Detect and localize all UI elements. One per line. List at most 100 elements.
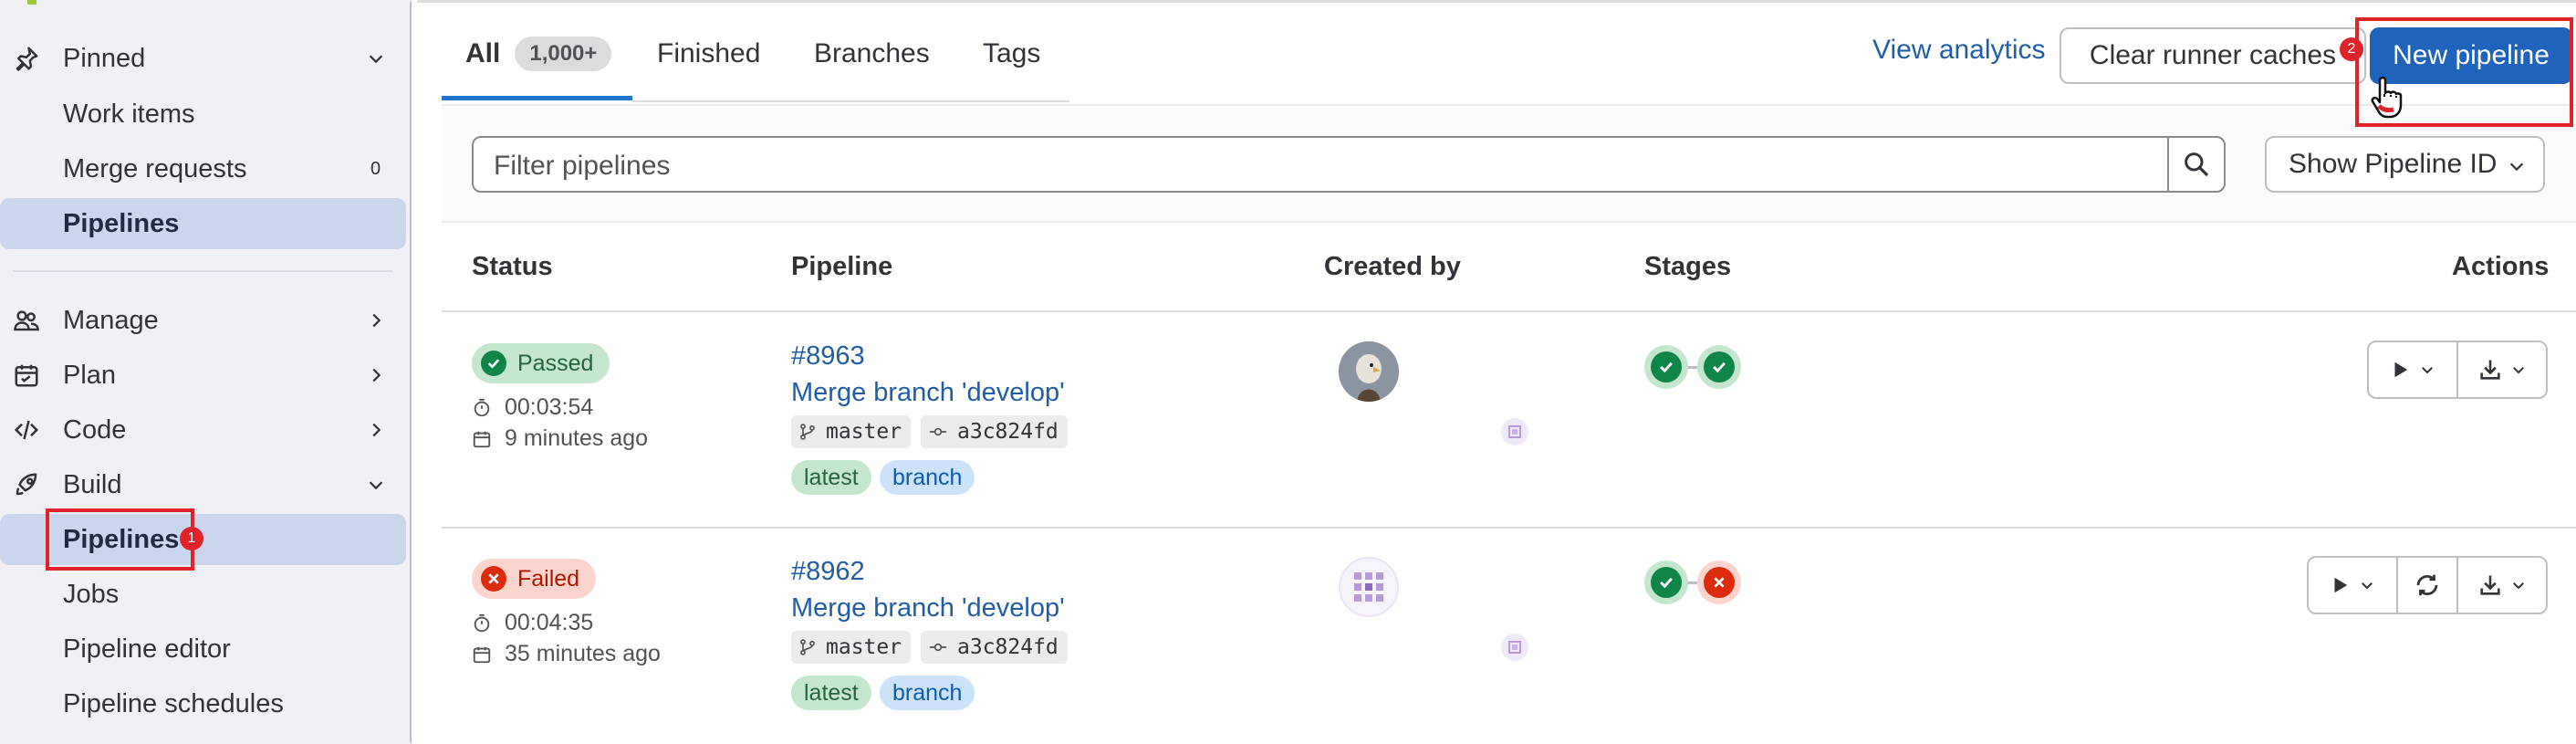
status-badge[interactable]: Passed	[472, 343, 610, 383]
sidebar-item-code[interactable]: Code	[0, 404, 406, 456]
stage-connector	[1688, 582, 1697, 584]
sidebar-item-label: Pinned	[63, 43, 146, 73]
run-manual-jobs-button[interactable]	[2309, 558, 2398, 613]
rocket-icon	[11, 469, 42, 500]
tab-tags[interactable]: Tags	[983, 20, 1040, 102]
branch-ref-chip[interactable]: master	[791, 415, 912, 448]
annotation-badge-2: 2	[2340, 37, 2363, 61]
commit-author-avatar[interactable]	[1501, 418, 1528, 445]
commit-icon	[929, 643, 947, 652]
tab-branches[interactable]: Branches	[814, 20, 930, 102]
status-success-icon	[1651, 567, 1682, 598]
creator-avatar[interactable]	[1339, 341, 1399, 402]
status-success-icon	[1704, 351, 1735, 382]
sidebar-divider	[13, 270, 392, 272]
commit-icon	[929, 427, 947, 436]
status-label: Passed	[517, 350, 594, 376]
sidebar-item-label: Pipeline editor	[63, 634, 231, 664]
annotation-box-1	[46, 508, 194, 571]
sidebar-item-work-items[interactable]: Work items	[0, 89, 406, 140]
chevron-down-icon	[2362, 582, 2373, 590]
annotation-badge-1: 1	[180, 527, 203, 550]
ref-text: master	[826, 420, 902, 444]
row-actions	[2307, 556, 2548, 614]
tab-all[interactable]: All 1,000+	[465, 20, 612, 102]
pipeline-id-link[interactable]: #8962	[791, 557, 865, 587]
status-label: Failed	[517, 565, 580, 592]
commit-sha-chip[interactable]: a3c824fd	[921, 631, 1068, 664]
sidebar-item-plan[interactable]: Plan	[0, 350, 406, 401]
timer-icon	[474, 613, 490, 632]
play-icon	[2334, 577, 2348, 593]
stage-status-success[interactable]	[1644, 561, 1688, 604]
stage-status-failed[interactable]	[1697, 561, 1741, 604]
sidebar-item-pipeline-schedules[interactable]: Pipeline schedules	[0, 678, 406, 729]
chevron-right-icon	[363, 308, 389, 333]
sidebar-item-build[interactable]: Build	[0, 459, 406, 510]
show-pipeline-id-dropdown[interactable]: Show Pipeline ID	[2265, 136, 2545, 193]
sidebar-item-label: Work items	[63, 99, 195, 129]
pipeline-duration: 00:04:35	[472, 610, 593, 636]
active-tab-indicator	[442, 96, 632, 100]
pin-icon	[11, 43, 42, 74]
chevron-down-icon	[2422, 367, 2433, 374]
tab-label: Tags	[983, 38, 1041, 68]
sidebar-item-merge-requests[interactable]: Merge requests 0	[0, 143, 406, 194]
sidebar-item-pinned[interactable]: Pinned	[0, 33, 406, 84]
stage-status-success[interactable]	[1644, 345, 1688, 389]
top-border	[417, 0, 2576, 3]
ref-text: master	[826, 635, 902, 659]
status-failed-icon	[481, 566, 506, 592]
tab-count-badge: 1,000+	[515, 37, 612, 71]
sidebar-item-jobs[interactable]: Jobs	[0, 569, 406, 620]
duration-text: 00:03:54	[505, 394, 594, 420]
column-header-actions: Actions	[2452, 252, 2550, 281]
pipeline-commit-title-link[interactable]: Merge branch 'develop'	[791, 378, 1065, 408]
users-icon	[11, 305, 42, 336]
row-divider	[442, 310, 2576, 312]
retry-button[interactable]	[2398, 558, 2458, 613]
chevron-right-icon	[363, 362, 389, 388]
sidebar-item-label: Pipelines	[63, 208, 180, 238]
filter-pipelines-input[interactable]: Filter pipelines	[472, 136, 2226, 193]
pipeline-time-ago: 9 minutes ago	[472, 425, 648, 452]
creator-avatar[interactable]	[1339, 557, 1399, 617]
sidebar: Pinned Work items Merge requests 0 Pipel…	[0, 0, 412, 744]
main-content: All 1,000+ Finished Branches Tags View a…	[417, 0, 2576, 744]
download-artifacts-button[interactable]	[2458, 558, 2546, 613]
pipeline-id-link[interactable]: #8963	[791, 341, 865, 372]
time-ago-text: 9 minutes ago	[505, 425, 649, 451]
sidebar-scrollbar[interactable]	[410, 0, 412, 744]
chevron-down-icon	[363, 472, 389, 498]
commit-text: a3c824fd	[957, 420, 1059, 444]
sidebar-item-label: Manage	[63, 305, 159, 335]
tab-finished[interactable]: Finished	[657, 20, 760, 102]
pipeline-commit-title-link[interactable]: Merge branch 'develop'	[791, 593, 1065, 623]
logo-fragment	[27, 0, 37, 5]
stage-connector	[1688, 366, 1697, 369]
tag-branch: branch	[880, 676, 975, 710]
tab-label: Finished	[657, 38, 761, 68]
retry-icon	[2416, 574, 2438, 596]
sidebar-item-label: Code	[63, 414, 127, 445]
status-badge[interactable]: Failed	[472, 559, 597, 599]
download-artifacts-button[interactable]	[2458, 342, 2546, 397]
sidebar-item-pinned-pipelines[interactable]: Pipelines	[0, 198, 406, 249]
tab-label: All	[465, 38, 501, 68]
sidebar-item-manage[interactable]: Manage	[0, 295, 406, 346]
view-analytics-link[interactable]: View analytics	[1872, 35, 2046, 66]
stage-status-success[interactable]	[1697, 345, 1741, 389]
column-header-status: Status	[472, 252, 553, 281]
commit-author-avatar[interactable]	[1501, 634, 1528, 661]
search-button[interactable]	[2167, 138, 2224, 191]
run-manual-jobs-button[interactable]	[2369, 342, 2458, 397]
tag-latest: latest	[791, 676, 871, 710]
commit-text: a3c824fd	[957, 635, 1059, 659]
sidebar-item-label: Plan	[63, 360, 117, 390]
commit-sha-chip[interactable]: a3c824fd	[921, 415, 1068, 448]
tag-branch: branch	[880, 460, 975, 495]
branch-ref-chip[interactable]: master	[791, 631, 912, 664]
status-success-icon	[481, 351, 506, 376]
sidebar-item-pipeline-editor[interactable]: Pipeline editor	[0, 623, 406, 675]
clear-runner-caches-button[interactable]: Clear runner caches	[2060, 27, 2366, 84]
